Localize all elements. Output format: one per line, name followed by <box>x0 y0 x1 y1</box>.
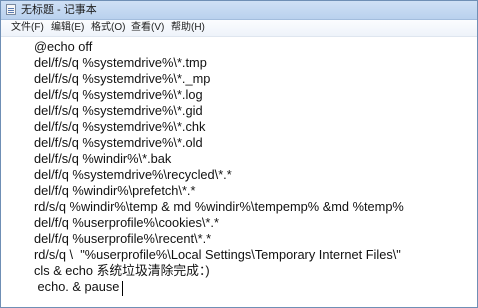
window-title: 无标题 - 记事本 <box>21 4 97 16</box>
menu-format[interactable]: 格式(O) <box>91 21 125 35</box>
text-line: del/f/q %userprofile%\cookies\*.* <box>34 215 219 230</box>
notepad-icon <box>6 4 16 15</box>
text-line: echo. & pause <box>34 279 120 294</box>
text-line: rd/s/q \ "%userprofile%\Local Settings\T… <box>34 247 401 262</box>
text-line: del/f/s/q %systemdrive%\*.gid <box>34 103 203 118</box>
text-line: del/f/s/q %windir%\*.bak <box>34 151 172 166</box>
text-line: cls & echo 系统垃圾清除完成：) <box>34 263 210 278</box>
menu-bar: 文件(F) 编辑(E) 格式(O) 查看(V) 帮助(H) <box>1 20 477 37</box>
text-line: del/f/s/q %systemdrive%\*.old <box>34 135 203 150</box>
text-line: @echo off <box>34 39 93 54</box>
text-line: del/f/q %userprofile%\recent\*.* <box>34 231 212 246</box>
title-bar[interactable]: 无标题 - 记事本 <box>1 1 477 20</box>
menu-help[interactable]: 帮助(H) <box>171 21 205 35</box>
text-line: del/f/s/q %systemdrive%\*.log <box>34 87 203 102</box>
text-caret <box>122 281 123 296</box>
menu-view[interactable]: 查看(V) <box>131 21 164 35</box>
menu-edit[interactable]: 编辑(E) <box>51 21 84 35</box>
notepad-window: 无标题 - 记事本 文件(F) 编辑(E) 格式(O) 查看(V) 帮助(H) … <box>0 0 478 308</box>
text-line: del/f/q %systemdrive%\recycled\*.* <box>34 167 232 182</box>
menu-file[interactable]: 文件(F) <box>11 21 44 35</box>
text-line: del/f/q %windir%\prefetch\*.* <box>34 183 196 198</box>
text-line: del/f/s/q %systemdrive%\*._mp <box>34 71 211 86</box>
text-line: del/f/s/q %systemdrive%\*.chk <box>34 119 206 134</box>
text-line: rd/s/q %windir%\temp & md %windir%\tempe… <box>34 199 404 214</box>
text-editor[interactable]: @echo off del/f/s/q %systemdrive%\*.tmp … <box>1 37 477 307</box>
text-line: del/f/s/q %systemdrive%\*.tmp <box>34 55 207 70</box>
